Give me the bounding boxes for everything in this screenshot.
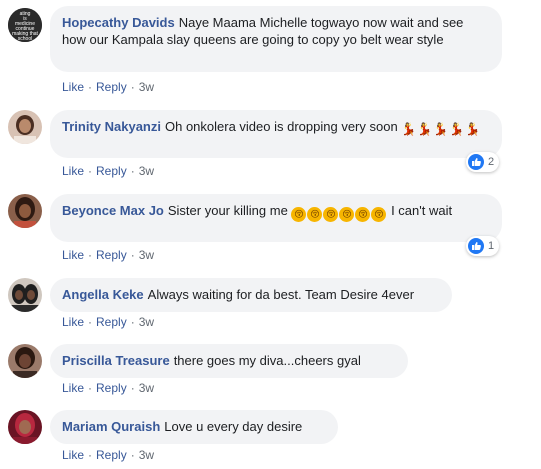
comment-bubble: Trinity Nakyanzi Oh onkolera video is dro… — [50, 110, 502, 158]
timestamp[interactable]: 3w — [139, 448, 154, 462]
reply-link[interactable]: Reply — [96, 315, 127, 329]
timestamp[interactable]: 3w — [139, 164, 154, 178]
reaction-count: 1 — [488, 240, 495, 252]
like-link[interactable]: Like — [62, 80, 84, 94]
separator: · — [88, 315, 93, 329]
comment-author[interactable]: Trinity Nakyanzi — [62, 119, 161, 134]
separator: · — [88, 381, 93, 395]
reply-link[interactable]: Reply — [96, 248, 127, 262]
separator: · — [130, 248, 135, 262]
kissing-face-emoji: 😚 — [339, 207, 355, 222]
separator: · — [130, 381, 135, 395]
separator: · — [130, 315, 135, 329]
avatar[interactable]: ating is medicine continue making that s… — [8, 8, 42, 42]
timestamp[interactable]: 3w — [139, 381, 154, 395]
comment-actions: Like · Reply · 3w — [62, 448, 154, 462]
comment-author[interactable]: Hopecathy Davids — [62, 15, 175, 30]
separator: · — [88, 448, 93, 462]
comment-bubble: Hopecathy Davids Naye Maama Michelle togw… — [50, 6, 502, 72]
separator: · — [88, 248, 93, 262]
like-link[interactable]: Like — [62, 448, 84, 462]
comment-actions: Like · Reply · 3w — [62, 164, 154, 178]
comment-actions: Like · Reply · 3w — [62, 80, 154, 94]
like-reaction-icon — [468, 154, 484, 170]
comment-text: Love u every day desire — [164, 419, 303, 434]
reply-link[interactable]: Reply — [96, 381, 127, 395]
dancer-emoji: 💃 — [465, 122, 481, 136]
comment-bubble: Beyonce Max Jo Sister your killing me 😚 😚 😚… — [50, 194, 502, 242]
like-link[interactable]: Like — [62, 248, 84, 262]
reaction-count-badge[interactable]: 1 — [466, 236, 500, 256]
avatar-text: school — [18, 36, 32, 42]
comment-author[interactable]: Angella Keke — [62, 287, 144, 302]
comment-actions: Like · Reply · 3w — [62, 381, 154, 395]
comment-bubble: Priscilla Treasure there goes my diva...c… — [50, 344, 408, 378]
reaction-count: 2 — [488, 156, 495, 168]
dancer-emoji: 💃 — [401, 122, 417, 136]
separator: · — [88, 164, 93, 178]
comment-text: Sister your killing me — [167, 203, 288, 218]
timestamp[interactable]: 3w — [139, 248, 154, 262]
reply-link[interactable]: Reply — [96, 80, 127, 94]
like-link[interactable]: Like — [62, 315, 84, 329]
comment-bubble: Angella Keke Always waiting for da best. … — [50, 278, 452, 312]
separator: · — [130, 164, 135, 178]
comment-text: Always waiting for da best. Team Desire … — [147, 287, 415, 302]
comment-actions: Like · Reply · 3w — [62, 248, 154, 262]
like-link[interactable]: Like — [62, 164, 84, 178]
dancer-emoji: 💃 — [417, 122, 433, 136]
reply-link[interactable]: Reply — [96, 448, 127, 462]
comment-text: there goes my diva...cheers gyal — [173, 353, 361, 368]
dancer-emoji: 💃 — [449, 122, 465, 136]
avatar[interactable] — [8, 110, 42, 144]
avatar[interactable] — [8, 410, 42, 444]
reaction-count-badge[interactable]: 2 — [466, 152, 500, 172]
comment-author[interactable]: Mariam Quraish — [62, 419, 160, 434]
comment-text: Oh onkolera video is dropping very soon — [164, 119, 398, 134]
comment-bubble: Mariam Quraish Love u every day desire — [50, 410, 338, 444]
comment-author[interactable]: Priscilla Treasure — [62, 353, 170, 368]
comment-author[interactable]: Beyonce Max Jo — [62, 203, 164, 218]
reply-link[interactable]: Reply — [96, 164, 127, 178]
timestamp[interactable]: 3w — [139, 80, 154, 94]
avatar[interactable] — [8, 344, 42, 378]
kissing-face-emoji: 😚 — [323, 207, 339, 222]
comment-text-after: I can't wait — [391, 203, 453, 218]
like-reaction-icon — [468, 238, 484, 254]
kissing-face-emoji: 😚 — [355, 207, 371, 222]
kissing-face-emoji: 😚 — [307, 207, 323, 222]
kissing-face-emoji: 😚 — [291, 207, 307, 222]
separator: · — [130, 448, 135, 462]
separator: · — [88, 80, 93, 94]
avatar[interactable] — [8, 194, 42, 228]
avatar[interactable] — [8, 278, 42, 312]
dancer-emoji: 💃 — [433, 122, 449, 136]
comment-actions: Like · Reply · 3w — [62, 315, 154, 329]
separator: · — [130, 80, 135, 94]
like-link[interactable]: Like — [62, 381, 84, 395]
kissing-face-emoji: 😚 — [371, 207, 387, 222]
timestamp[interactable]: 3w — [139, 315, 154, 329]
